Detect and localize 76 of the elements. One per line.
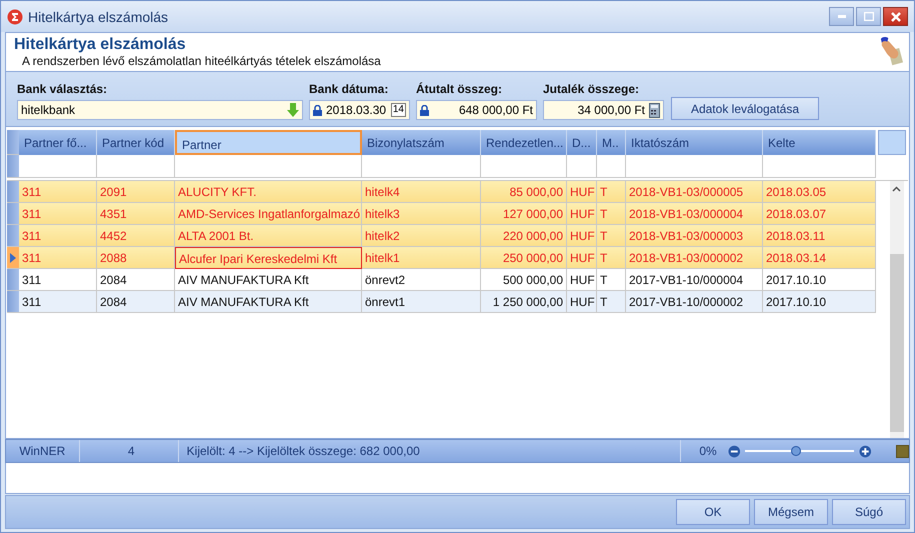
calendar-button[interactable]: 14	[390, 103, 406, 117]
status-app-name: WinNER	[6, 440, 80, 462]
dialog-button[interactable]: Súgó	[832, 499, 906, 525]
table-cell: ALTA 2001 Bt.	[175, 225, 362, 247]
hand-with-money-icon	[879, 36, 905, 68]
page-subtitle: A rendszerben lévő elszámolatlan hiteélkártyás tételek elszámolása	[22, 54, 381, 68]
field-label: Bank dátuma:	[309, 82, 390, 96]
table-cell: 1 250 000,00	[481, 291, 567, 313]
column-header[interactable]: Partner fő...	[19, 130, 97, 155]
field-label: Bank választás:	[17, 82, 108, 96]
table-cell: 311	[19, 291, 97, 313]
table-cell: önrevt1	[362, 291, 481, 313]
table-cell: 2017-VB1-10/000002	[626, 291, 763, 313]
zoom-in-icon[interactable]	[858, 444, 872, 458]
filter-cell[interactable]	[626, 155, 763, 178]
filter-cell[interactable]	[567, 155, 597, 178]
calculator-icon	[649, 102, 660, 118]
row-selector[interactable]	[7, 247, 19, 269]
field-label: Átutalt összeg:	[416, 82, 504, 96]
filter-cell[interactable]	[481, 155, 567, 178]
table-cell: 2017.10.10	[763, 291, 876, 313]
table-cell: 2084	[97, 291, 175, 313]
minimize-icon	[838, 15, 846, 18]
row-selector[interactable]	[7, 181, 19, 203]
filter-cell[interactable]	[97, 155, 175, 178]
row-selector[interactable]	[7, 225, 19, 247]
column-chooser-button[interactable]	[878, 130, 906, 155]
row-selector[interactable]	[7, 203, 19, 225]
current-row-icon	[10, 252, 16, 262]
column-header[interactable]: Partner	[175, 130, 362, 155]
filter-cell[interactable]	[763, 155, 876, 178]
maximize-icon	[864, 12, 874, 21]
dialog-button[interactable]: OK	[676, 499, 750, 525]
row-selector	[7, 155, 19, 178]
lock-icon	[313, 104, 322, 116]
filter-cell[interactable]	[597, 155, 626, 178]
dialog-button[interactable]: Mégsem	[754, 499, 828, 525]
transfer-amount-field[interactable]: 648 000,00 Ft	[416, 100, 537, 120]
app-logo-icon	[7, 8, 23, 24]
page-title: Hitelkártya elszámolás	[14, 36, 187, 54]
field-label: Jutalék összege:	[543, 82, 640, 96]
status-summary: Kijelölt: 4 --> Kijelöltek összege: 682 000,00	[184, 440, 681, 462]
close-button[interactable]	[883, 7, 908, 26]
filter-data-button[interactable]: Adatok leválogatása	[671, 97, 819, 120]
column-header[interactable]: Partner kód	[97, 130, 175, 155]
column-header[interactable]: Iktatószám	[626, 130, 763, 155]
row-selector[interactable]	[7, 291, 19, 313]
filter-cell[interactable]	[175, 155, 362, 178]
scroll-up-icon[interactable]	[892, 186, 901, 192]
window-title: Hitelkártya elszámolás	[28, 8, 168, 24]
column-header[interactable]: D...	[567, 130, 597, 155]
row-selector[interactable]	[7, 269, 19, 291]
date-field[interactable]: 2018.03.30 14	[309, 100, 410, 120]
zoom-out-icon[interactable]	[728, 444, 740, 458]
table-cell: AIV MANUFAKTURA Kft	[175, 291, 362, 313]
table-cell: HUF	[567, 291, 597, 313]
zoom-slider-thumb[interactable]	[791, 446, 802, 456]
minimize-button[interactable]	[829, 7, 854, 26]
table-cell: T	[597, 291, 626, 313]
column-header[interactable]: M..	[597, 130, 626, 155]
zoom-percent: 0%	[698, 444, 717, 458]
status-indicator-square	[896, 444, 909, 458]
fee-amount-field[interactable]: 34 000,00 Ft	[543, 100, 664, 120]
bank-dropdown[interactable]: hitelkbank	[17, 100, 303, 120]
filter-cell[interactable]	[19, 155, 97, 178]
down-arrow-icon	[287, 103, 299, 117]
table-cell: Alcufer Ipari Kereskedelmi Kft	[175, 247, 362, 269]
scrollbar[interactable]	[890, 181, 904, 438]
column-header[interactable]: Rendezetlen...	[481, 130, 567, 155]
row-header-corner	[7, 130, 19, 155]
filter-cell[interactable]	[362, 155, 481, 178]
column-header[interactable]: Bizonylatszám	[362, 130, 481, 155]
column-header[interactable]: Kelte	[763, 130, 876, 155]
close-icon	[890, 12, 900, 22]
lock-icon	[420, 104, 429, 116]
status-count: 4	[84, 440, 179, 462]
